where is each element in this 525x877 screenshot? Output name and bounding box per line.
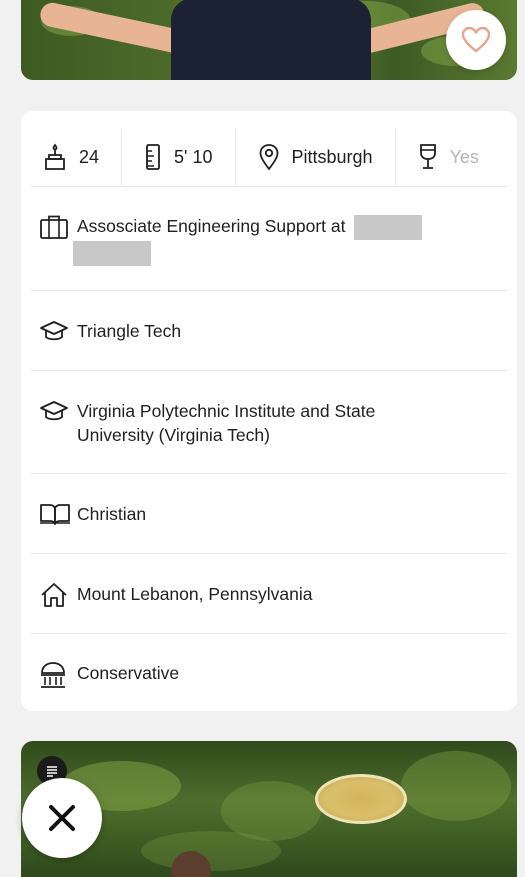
graduation-cap-icon: [40, 401, 68, 421]
wine-glass-icon: [419, 144, 436, 169]
age-icon: [45, 143, 65, 170]
profile-info-card: 24 5' 10 Pittsburgh Yes Assosciate Engin…: [21, 111, 517, 711]
religion: Christian: [77, 504, 147, 524]
stats-strip[interactable]: 24 5' 10 Pittsburgh Yes: [21, 127, 517, 187]
document-lines-icon: [47, 766, 57, 777]
detail-row-job: Assosciate Engineering Support at: [31, 186, 507, 290]
home-icon: [41, 583, 67, 607]
stat-location-value: Pittsburgh: [291, 146, 373, 167]
education-1: Triangle Tech: [77, 321, 182, 341]
education-2: Virginia Polytechnic Institute and State…: [77, 401, 376, 445]
profile-photo-top[interactable]: [21, 0, 517, 80]
heart-icon: [461, 26, 491, 53]
stat-age-value: 24: [79, 146, 100, 167]
religion-book-icon: [40, 504, 70, 525]
briefcase-icon: [40, 215, 68, 239]
hometown: Mount Lebanon, Pennsylvania: [77, 584, 313, 604]
detail-row-politics: Conservative: [31, 633, 507, 711]
graduation-cap-icon: [40, 321, 68, 341]
pass-button[interactable]: [22, 778, 102, 858]
detail-row-hometown: Mount Lebanon, Pennsylvania: [31, 553, 507, 633]
stat-age: 24: [21, 129, 121, 185]
job-title: Assosciate Engineering Support at: [77, 216, 346, 236]
stat-height-value: 5' 10: [174, 146, 213, 167]
detail-row-education-2: Virginia Polytechnic Institute and State…: [31, 370, 507, 473]
location-pin-icon: [259, 144, 278, 171]
stat-drinking: Yes: [394, 129, 501, 185]
detail-row-education-1: Triangle Tech: [31, 290, 507, 370]
like-button[interactable]: [446, 10, 506, 70]
close-x-icon: [49, 805, 75, 831]
redacted-employer-continued: [73, 240, 151, 266]
stat-height: 5' 10: [121, 129, 234, 185]
detail-row-religion: Christian: [31, 473, 507, 553]
politics: Conservative: [77, 663, 180, 683]
height-icon: [146, 144, 160, 170]
politics-building-icon: [41, 662, 65, 688]
redacted-employer: [354, 214, 423, 240]
stat-location: Pittsburgh: [234, 129, 395, 185]
frisbee-in-photo: [315, 774, 407, 824]
stat-drinking-value: Yes: [449, 146, 479, 167]
